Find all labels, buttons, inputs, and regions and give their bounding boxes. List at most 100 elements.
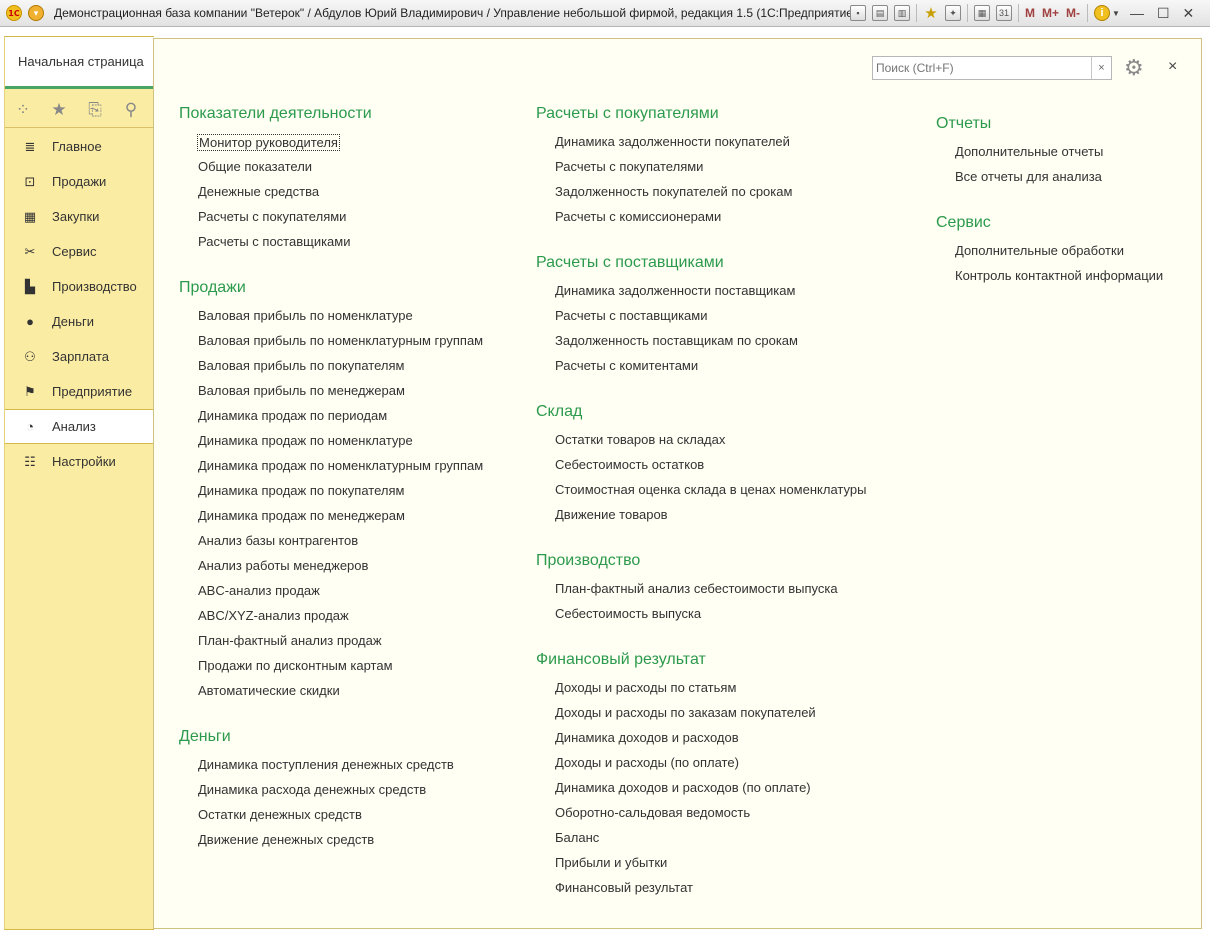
sidebar-item-label: Предприятие (52, 384, 133, 399)
nav-link[interactable]: ABC/XYZ-анализ продаж (179, 608, 484, 633)
nav-link[interactable]: Расчеты с покупателями (179, 209, 484, 234)
pie-chart-icon: ◔ (26, 419, 34, 434)
nav-link[interactable]: Автоматические скидки (179, 683, 484, 708)
nav-link-label: Прибыли и убытки (555, 855, 668, 870)
nav-link[interactable]: Оборотно-сальдовая ведомость (536, 805, 867, 830)
nav-link[interactable]: План-фактный анализ себестоимости выпуск… (536, 581, 867, 606)
nav-link[interactable]: Монитор руководителя (179, 134, 484, 159)
nav-link[interactable]: Валовая прибыль по покупателям (179, 358, 484, 383)
nav-link[interactable]: Остатки товаров на складах (536, 432, 867, 457)
memory-minus-button[interactable]: M- (1066, 6, 1080, 20)
nav-link[interactable]: Продажи по дисконтным картам (179, 658, 484, 683)
search-box: × (872, 56, 1112, 80)
nav-link[interactable]: Валовая прибыль по номенклатурным группа… (179, 333, 484, 358)
history-icon[interactable]: ⎘ (77, 100, 113, 120)
nav-link[interactable]: Дополнительные обработки (936, 243, 1164, 268)
nav-link[interactable]: Все отчеты для анализа (936, 169, 1164, 194)
sidebar-item-enterprise[interactable]: ⚑ Предприятие (5, 374, 154, 409)
nav-link[interactable]: Динамика задолженности покупателей (536, 134, 867, 159)
nav-link-label: Динамика продаж по периодам (198, 408, 388, 423)
nav-link[interactable]: Валовая прибыль по номенклатуре (179, 308, 484, 333)
nav-link[interactable]: Финансовый результат (536, 880, 867, 905)
tools-icon: ✂ (24, 243, 36, 259)
info-icon[interactable]: i (1094, 5, 1111, 21)
info-dropdown-icon[interactable]: ▼ (1112, 9, 1120, 18)
nav-link[interactable]: Расчеты с комиссионерами (536, 209, 867, 234)
main-menu-button[interactable]: ▾ (28, 5, 44, 21)
nav-link[interactable]: Остатки денежных средств (179, 807, 484, 832)
nav-link[interactable]: Себестоимость остатков (536, 457, 867, 482)
sidebar-item-analysis[interactable]: ◔ Анализ (5, 409, 155, 444)
nav-link-label: Расчеты с покупателями (198, 209, 347, 224)
nav-link[interactable]: Движение денежных средств (179, 832, 484, 857)
nav-link[interactable]: Задолженность поставщикам по срокам (536, 333, 867, 358)
search-clear-button[interactable]: × (1091, 57, 1111, 79)
nav-link[interactable]: Динамика продаж по номенклатуре (179, 433, 484, 458)
print-preview-icon[interactable]: ▥ (894, 5, 910, 21)
history-icon[interactable]: ✦ (945, 5, 961, 21)
nav-link[interactable]: ABC-анализ продаж (179, 583, 484, 608)
sidebar-item-purchases[interactable]: ▦ Закупки (5, 199, 154, 234)
nav-link[interactable]: Динамика расхода денежных средств (179, 782, 484, 807)
gear-icon[interactable]: ⚙ (1124, 55, 1144, 81)
nav-link[interactable]: Динамика продаж по покупателям (179, 483, 484, 508)
favorites-icon[interactable]: ★ (41, 100, 77, 120)
nav-link[interactable]: Расчеты с покупателями (536, 159, 867, 184)
nav-link[interactable]: Анализ базы контрагентов (179, 533, 484, 558)
nav-link[interactable]: Динамика задолженности поставщикам (536, 283, 867, 308)
minimize-button[interactable]: — (1130, 5, 1144, 21)
nav-link[interactable]: Динамика поступления денежных средств (179, 757, 484, 782)
nav-link[interactable]: Себестоимость выпуска (536, 606, 867, 631)
nav-link[interactable]: Баланс (536, 830, 867, 855)
calculator-icon[interactable]: ▦ (974, 5, 990, 21)
nav-link[interactable]: Задолженность покупателей по срокам (536, 184, 867, 209)
sidebar-item-money[interactable]: ● Деньги (5, 304, 154, 339)
nav-link[interactable]: Дополнительные отчеты (936, 144, 1164, 169)
all-functions-icon[interactable]: ⁘ (5, 100, 41, 120)
nav-link[interactable]: Динамика продаж по номенклатурным группа… (179, 458, 484, 483)
nav-link[interactable]: Динамика доходов и расходов (536, 730, 867, 755)
nav-link[interactable]: Стоимостная оценка склада в ценах номенк… (536, 482, 867, 507)
nav-link[interactable]: Контроль контактной информации (936, 268, 1164, 293)
window-title: Демонстрационная база компании "Ветерок"… (54, 6, 857, 20)
nav-link[interactable]: Динамика продаж по менеджерам (179, 508, 484, 533)
nav-link[interactable]: Прибыли и убытки (536, 855, 867, 880)
nav-link[interactable]: Общие показатели (179, 159, 484, 184)
close-button[interactable]: × (1168, 58, 1177, 76)
nav-link[interactable]: Расчеты с поставщиками (179, 234, 484, 259)
nav-link[interactable]: Денежные средства (179, 184, 484, 209)
nav-link[interactable]: План-фактный анализ продаж (179, 633, 484, 658)
sidebar-item-label: Главное (52, 139, 102, 154)
sidebar-item-sales[interactable]: ⊡ Продажи (5, 164, 154, 199)
people-icon: ⚇ (24, 348, 36, 364)
maximize-button[interactable]: ☐ (1157, 5, 1170, 22)
search-icon[interactable]: ⚲ (113, 100, 149, 120)
save-icon[interactable]: ▪ (850, 5, 866, 21)
nav-link[interactable]: Расчеты с комитентами (536, 358, 867, 383)
nav-link[interactable]: Доходы и расходы по заказам покупателей (536, 705, 867, 730)
calendar-icon[interactable]: 31 (996, 5, 1012, 21)
nav-link[interactable]: Доходы и расходы по статьям (536, 680, 867, 705)
sidebar-item-main[interactable]: ≣ Главное (5, 129, 154, 164)
group-title: Производство (536, 552, 641, 569)
memory-button[interactable]: M (1025, 6, 1035, 20)
sidebar-item-salary[interactable]: ⚇ Зарплата (5, 339, 154, 374)
search-input[interactable] (873, 57, 1091, 79)
print-icon[interactable]: ▤ (872, 5, 888, 21)
favorites-icon[interactable]: ★ (923, 5, 939, 22)
start-page-tab[interactable]: Начальная страница (5, 37, 154, 89)
memory-plus-button[interactable]: M+ (1042, 6, 1059, 20)
nav-link[interactable]: Расчеты с поставщиками (536, 308, 867, 333)
nav-link[interactable]: Доходы и расходы (по оплате) (536, 755, 867, 780)
nav-link[interactable]: Динамика доходов и расходов (по оплате) (536, 780, 867, 805)
nav-link[interactable]: Анализ работы менеджеров (179, 558, 484, 583)
window-close-button[interactable]: ✕ (1183, 5, 1195, 22)
nav-link[interactable]: Динамика продаж по периодам (179, 408, 484, 433)
group-title: Сервис (936, 214, 991, 231)
nav-link[interactable]: Движение товаров (536, 507, 867, 532)
sidebar-item-settings[interactable]: ☷ Настройки (5, 444, 154, 479)
nav-link[interactable]: Валовая прибыль по менеджерам (179, 383, 484, 408)
group-title: Расчеты с поставщиками (536, 254, 724, 271)
sidebar-item-production[interactable]: ▙ Производство (5, 269, 154, 304)
sidebar-item-service[interactable]: ✂ Сервис (5, 234, 154, 269)
